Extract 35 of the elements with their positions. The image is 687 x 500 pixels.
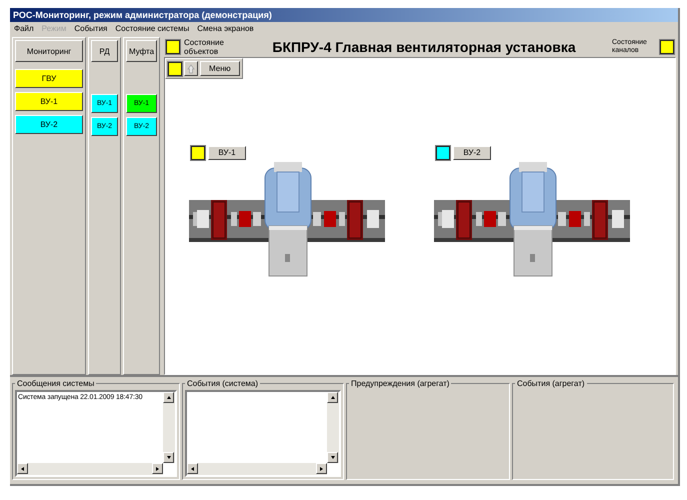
window-title: РОС-Мониторинг, режим администратора (демонстрация) bbox=[10, 8, 678, 22]
scroll-up-button[interactable] bbox=[163, 392, 174, 403]
message-list[interactable] bbox=[185, 390, 341, 477]
scroll-down-button[interactable] bbox=[327, 452, 338, 463]
status-indicator[interactable] bbox=[191, 146, 205, 160]
screen-title: БКПРУ-4 Главная вентиляторная установка bbox=[271, 39, 577, 55]
menu-item[interactable]: Файл bbox=[14, 22, 34, 35]
unit-button[interactable]: ВУ-1 bbox=[208, 146, 246, 160]
status-indicator[interactable] bbox=[660, 40, 674, 54]
scroll-up-button[interactable] bbox=[327, 392, 338, 403]
column-header-button[interactable]: РД bbox=[91, 40, 118, 62]
menu-item[interactable]: Смена экранов bbox=[197, 22, 254, 35]
scroll-right-button[interactable] bbox=[152, 463, 163, 474]
status-indicator[interactable] bbox=[168, 62, 182, 76]
menu-item[interactable]: Состояние системы bbox=[115, 22, 190, 35]
up-arrow-icon bbox=[187, 64, 195, 74]
group-title: Предупреждения (агрегат) bbox=[350, 379, 450, 388]
object-button[interactable]: ГВУ bbox=[15, 69, 83, 88]
scroll-left-button[interactable] bbox=[17, 463, 28, 474]
group-title: События (агрегат) bbox=[516, 379, 586, 388]
menu-button[interactable]: Меню bbox=[200, 61, 240, 76]
object-button[interactable]: ВУ-2 bbox=[15, 115, 83, 134]
group-title: Сообщения системы bbox=[16, 379, 96, 388]
status-indicator[interactable] bbox=[436, 146, 450, 160]
status-label: Состояние объектов bbox=[184, 38, 225, 56]
scroll-left-button[interactable] bbox=[187, 463, 198, 474]
scroll-right-button[interactable] bbox=[316, 463, 327, 474]
column-header-button[interactable]: Муфта bbox=[126, 40, 157, 62]
menu-item[interactable]: События bbox=[74, 22, 108, 35]
group-title: События (система) bbox=[186, 379, 260, 388]
object-button[interactable]: ВУ-1 bbox=[15, 92, 83, 111]
unit-button[interactable]: ВУ-2 bbox=[453, 146, 491, 160]
scroll-down-button[interactable] bbox=[163, 452, 174, 463]
column-header-button[interactable]: Мониторинг bbox=[15, 40, 83, 62]
status-indicator[interactable] bbox=[166, 40, 180, 54]
